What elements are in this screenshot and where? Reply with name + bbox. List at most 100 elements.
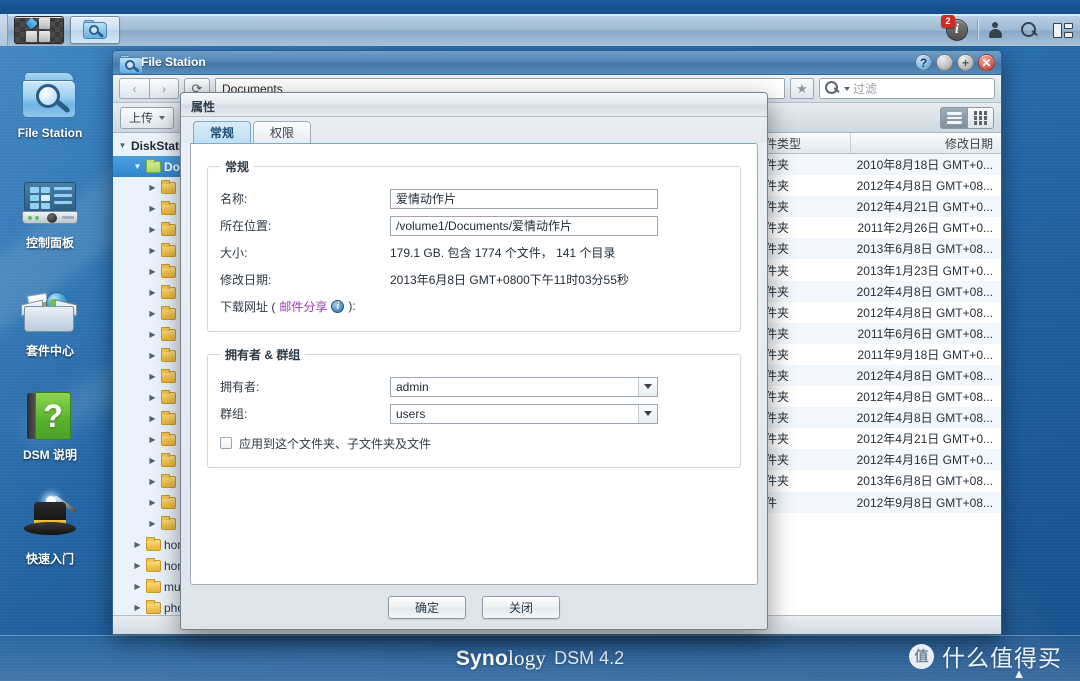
desktop-icon-file-station[interactable]: File Station [0,64,100,140]
quick-start-icon [0,488,100,544]
search-icon [825,80,841,97]
general-group-legend: 常规 [225,160,250,174]
download-url-label-suffix: ): [348,299,356,313]
window-title: File Station [141,55,206,69]
site-watermark: 值 什么值得买 [909,639,1062,673]
folder-icon [161,515,176,530]
properties-panel-general: 常规 名称: 爱情动作片 所在位置: /volume1/Documents/爱情… [190,143,758,585]
folder-icon [161,389,176,404]
help-button[interactable]: ? [915,54,932,71]
chevron-right-icon[interactable]: ▶ [147,414,158,423]
location-value: /volume1/Documents/爱情动作片 [396,219,573,233]
owner-select[interactable]: admin [390,376,658,397]
desktop-icon-quick-start[interactable]: 快速入门 [0,488,100,567]
chevron-right-icon[interactable]: ▶ [132,540,143,549]
email-share-link[interactable]: 邮件分享 [279,298,327,315]
folder-icon [161,368,176,383]
folder-icon [146,158,161,173]
desktop-icon-package-center[interactable]: 套件中心 [0,280,100,359]
folder-icon [161,305,176,320]
package-center-icon [0,280,100,336]
chevron-right-icon[interactable]: ▶ [147,330,158,339]
properties-dialog-titlebar[interactable]: 属性 [181,93,767,117]
modified-row: 修改日期: 2013年6月8日 GMT+0800下午11时03分55秒 [220,266,728,293]
filter-placeholder: 过滤 [853,82,878,96]
group-select[interactable]: users [390,403,658,424]
chevron-right-icon[interactable]: ▶ [132,561,143,570]
close-button[interactable]: ✕ [978,54,995,71]
ok-button[interactable]: 确定 [388,595,466,619]
chevron-right-icon[interactable]: ▶ [147,309,158,318]
folder-icon [161,347,176,362]
cell-date: 2012年4月21日 GMT+0... [856,200,993,215]
info-icon[interactable]: i [331,299,345,313]
chevron-down-icon[interactable]: ▼ [117,141,128,150]
desktop-icon-label: 套件中心 [25,344,74,358]
owner-row: 拥有者: admin [220,373,728,400]
chevron-right-icon[interactable]: ▶ [147,477,158,486]
grid-view-icon [973,111,988,125]
chevron-right-icon[interactable]: ▶ [147,435,158,444]
back-button[interactable]: ‹ [119,78,149,99]
user-icon [988,22,1002,38]
chevron-right-icon[interactable]: ▶ [132,603,143,612]
chevron-right-icon[interactable]: ▶ [147,351,158,360]
notifications-button[interactable]: i 2 [937,14,977,46]
upload-button[interactable]: 上传 [120,106,175,129]
tab-permissions[interactable]: 权限 [253,121,312,143]
chevron-right-icon[interactable]: ▶ [132,582,143,591]
name-field[interactable]: 爱情动作片 [390,188,658,209]
chevron-right-icon[interactable]: ▶ [147,456,158,465]
chevron-right-icon[interactable]: ▶ [147,498,158,507]
favorite-button[interactable]: ★ [790,78,814,99]
window-list-icon [1053,22,1073,38]
filter-input[interactable]: 过滤 [819,78,995,99]
taskbar-search-button[interactable] [1012,14,1046,46]
dsm-version: DSM 4.2 [554,648,625,668]
chevron-right-icon[interactable]: ▶ [147,267,158,276]
general-group: 常规 名称: 爱情动作片 所在位置: /volume1/Documents/爱情… [207,158,741,332]
window-list-button[interactable] [1046,14,1080,46]
chevron-right-icon[interactable]: ▶ [147,393,158,402]
chevron-right-icon[interactable]: ▶ [147,372,158,381]
owner-label: 拥有者: [220,380,260,394]
tab-general[interactable]: 常规 [193,121,252,143]
chevron-right-icon[interactable]: ▶ [147,183,158,192]
desktop-icon-control-panel[interactable]: 控制面板 [0,172,100,251]
apply-recursive-checkbox[interactable] [220,437,232,449]
file-station-titlebar[interactable]: File Station ? + ✕ [113,51,1001,75]
dsm-help-icon: ? [0,384,100,440]
chevron-right-icon[interactable]: ▶ [147,225,158,234]
folder-icon [161,326,176,341]
chevron-down-icon[interactable] [638,377,657,396]
folder-icon [161,410,176,425]
column-header-date[interactable]: 修改日期 [851,133,1001,153]
group-row: 群组: users [220,400,728,427]
cell-date: 2013年6月8日 GMT+08... [856,474,993,489]
maximize-button[interactable]: + [957,54,974,71]
folder-icon [161,263,176,278]
taskbar-app-file-station[interactable] [70,16,120,44]
chevron-down-icon[interactable] [638,404,657,423]
location-field[interactable]: /volume1/Documents/爱情动作片 [390,215,658,236]
folder-icon [146,599,161,614]
chevron-right-icon[interactable]: ▶ [147,519,158,528]
chevron-right-icon[interactable]: ▶ [147,288,158,297]
forward-button[interactable]: › [149,78,179,99]
desktop-icon-label: 控制面板 [25,236,74,250]
grid-view-button[interactable] [967,107,994,129]
minimize-button[interactable] [936,54,953,71]
desktop-icon-dsm-help[interactable]: ? DSM 说明 [0,384,100,463]
list-view-button[interactable] [940,107,967,129]
properties-dialog-footer: 确定 关闭 [181,585,767,629]
main-menu-button[interactable] [14,16,64,44]
chevron-right-icon[interactable]: ▶ [147,204,158,213]
close-button[interactable]: 关闭 [482,595,560,619]
user-menu-button[interactable] [978,14,1012,46]
name-row: 名称: 爱情动作片 [220,185,728,212]
group-value: users [396,406,426,421]
list-view-icon [946,110,962,126]
chevron-up-icon[interactable]: ▲ [1002,665,1036,681]
chevron-right-icon[interactable]: ▶ [147,246,158,255]
chevron-down-icon[interactable]: ▼ [132,162,143,171]
